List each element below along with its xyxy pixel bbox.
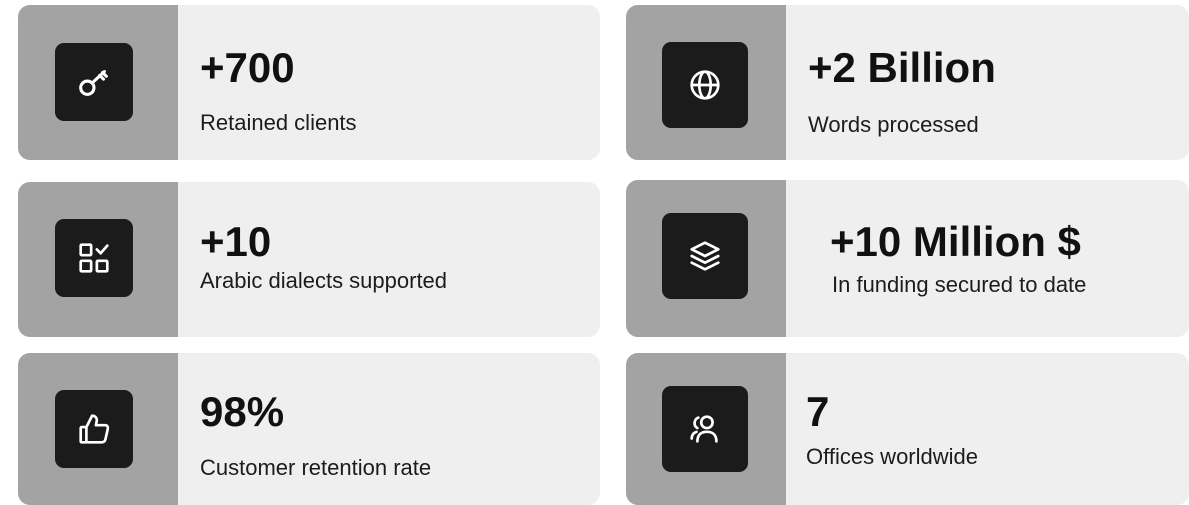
stat-label: Customer retention rate xyxy=(200,455,432,480)
grid-check-icon xyxy=(55,219,133,297)
stat-card-funding: +10 Million $ In funding secured to date xyxy=(626,180,1189,337)
key-icon xyxy=(55,43,133,121)
stat-card-offices: 7 Offices worldwide xyxy=(626,353,1189,505)
users-icon xyxy=(662,386,748,472)
stat-card-retention-rate: 98% Customer retention rate xyxy=(18,353,600,505)
stat-label: Retained clients xyxy=(200,110,357,135)
stat-value: +2 Billion xyxy=(808,44,996,91)
stat-value: +10 xyxy=(200,218,272,265)
stat-value: +10 Million $ xyxy=(830,218,1081,265)
stat-value: 7 xyxy=(806,388,830,435)
stat-label: Arabic dialects supported xyxy=(200,268,448,293)
globe-icon xyxy=(662,42,748,128)
layers-icon xyxy=(662,213,748,299)
stat-card-arabic-dialects: +10 Arabic dialects supported xyxy=(18,182,600,337)
stat-label: In funding secured to date xyxy=(832,272,1087,297)
stat-label: Words processed xyxy=(808,112,979,137)
stat-value: +700 xyxy=(200,44,295,91)
stat-label: Offices worldwide xyxy=(806,444,978,469)
thumbs-up-icon xyxy=(55,390,133,468)
stat-card-words-processed: +2 Billion Words processed xyxy=(626,5,1189,160)
stat-card-retained-clients: +700 Retained clients xyxy=(18,5,600,160)
stat-value: 98% xyxy=(200,388,285,435)
